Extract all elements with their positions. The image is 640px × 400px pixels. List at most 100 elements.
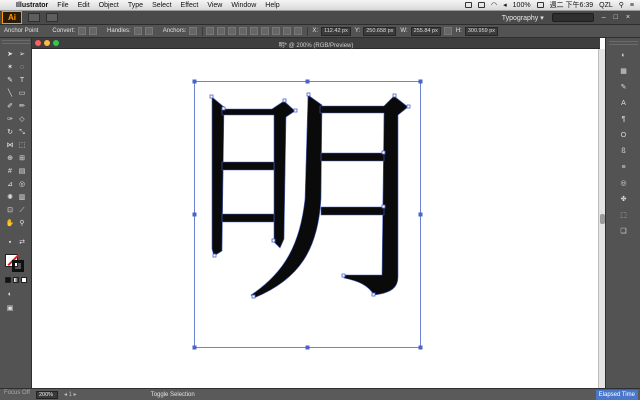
rotate-tool-icon[interactable]: ↻ <box>5 128 15 138</box>
bridge-button[interactable] <box>28 13 40 22</box>
gradient-tool-icon[interactable]: ▤ <box>17 167 27 177</box>
menu-type[interactable]: Type <box>128 2 143 9</box>
arrange-documents-button[interactable] <box>46 13 58 22</box>
close-app-icon[interactable]: × <box>626 14 630 21</box>
x-position-field[interactable]: 112.42 px <box>321 26 351 36</box>
app-menu[interactable]: Illustrator <box>16 2 48 9</box>
rectangle-tool-icon[interactable]: ▭ <box>17 89 27 99</box>
minimize-app-icon[interactable]: – <box>602 14 606 21</box>
wifi-icon[interactable]: ◠ <box>491 1 497 9</box>
column-graph-tool-icon[interactable]: ▥ <box>17 193 27 203</box>
volume-icon[interactable]: ◂ <box>503 1 507 9</box>
lasso-tool-icon[interactable]: ◌ <box>17 63 27 73</box>
draw-mode-icon[interactable]: ◐ <box>5 290 15 300</box>
hand-tool-icon[interactable]: ✋ <box>5 219 15 229</box>
artboard-nav[interactable]: ◂ 1 ▸ <box>64 391 77 398</box>
remove-anchor-icon[interactable] <box>189 27 198 35</box>
blob-brush-tool-icon[interactable]: ✑ <box>5 115 15 125</box>
color-mode-icon[interactable] <box>5 277 11 283</box>
direct-selection-tool-icon[interactable]: ➢ <box>17 50 27 60</box>
magic-wand-tool-icon[interactable]: ✶ <box>5 63 15 73</box>
appearance-panel-icon[interactable]: ◎ <box>618 178 629 189</box>
hide-handles-icon[interactable] <box>144 27 153 35</box>
type-tool-icon[interactable]: T <box>17 76 27 86</box>
opentype-panel-icon[interactable]: O <box>618 130 629 141</box>
eyedropper-tool-icon[interactable]: ⊿ <box>5 180 15 190</box>
notification-center-icon[interactable]: ≡ <box>630 2 634 9</box>
show-handles-icon[interactable] <box>133 27 142 35</box>
default-colors-icon[interactable]: ▪ <box>5 238 15 248</box>
menu-effect[interactable]: Effect <box>181 2 199 9</box>
convert-to-corner-icon[interactable] <box>78 27 87 35</box>
blend-tool-icon[interactable]: ◎ <box>17 180 27 190</box>
swatches-panel-icon[interactable]: ▦ <box>618 66 629 77</box>
none-mode-icon[interactable] <box>21 277 27 283</box>
paragraph-panel-icon[interactable]: ¶ <box>618 114 629 125</box>
align-left-icon[interactable] <box>239 27 248 35</box>
color-panel-icon[interactable]: ◐ <box>618 50 629 61</box>
height-field[interactable]: 300.959 px <box>464 26 499 36</box>
symbol-sprayer-tool-icon[interactable]: ✺ <box>5 193 15 203</box>
paintbrush-tool-icon[interactable]: ✐ <box>5 102 15 112</box>
status-right-text[interactable]: Elapsed Time <box>595 389 638 400</box>
menu-select[interactable]: Select <box>152 2 171 9</box>
zoom-tool-icon[interactable]: ⚲ <box>17 219 27 229</box>
menu-object[interactable]: Object <box>99 2 119 9</box>
artboard-tool-icon[interactable]: ⊡ <box>5 206 15 216</box>
workspace-switcher[interactable]: Typography ▾ <box>502 14 544 22</box>
status-app-icon-2[interactable] <box>478 2 486 8</box>
zoom-level-field[interactable]: 200% <box>36 390 58 399</box>
cut-path-icon[interactable] <box>217 27 226 35</box>
gradient-mode-icon[interactable] <box>13 277 19 283</box>
panel-grip[interactable] <box>2 40 30 44</box>
transform-panel-icon[interactable]: ⬚ <box>618 210 629 221</box>
brushes-panel-icon[interactable]: ✎ <box>618 82 629 93</box>
connect-endpoints-icon[interactable] <box>206 27 215 35</box>
slice-tool-icon[interactable]: ⟋ <box>17 206 27 216</box>
glyph-ming[interactable] <box>211 94 409 299</box>
artboard-canvas[interactable] <box>32 49 600 388</box>
dock-grip[interactable] <box>609 41 638 45</box>
align-right-icon[interactable] <box>261 27 270 35</box>
character-panel-icon[interactable]: A <box>618 98 629 109</box>
isolate-icon[interactable] <box>228 27 237 35</box>
menubar-user[interactable]: QZL <box>599 2 613 9</box>
line-tool-icon[interactable]: ╲ <box>5 89 15 99</box>
layers-panel-icon[interactable]: ❏ <box>618 226 629 237</box>
symbols-panel-icon[interactable]: ✤ <box>618 194 629 205</box>
status-app-icon[interactable] <box>465 2 473 8</box>
menu-edit[interactable]: Edit <box>78 2 90 9</box>
width-tool-icon[interactable]: ⋈ <box>5 141 15 151</box>
menubar-clock[interactable]: 週二 下午6:39 <box>550 0 594 10</box>
pencil-tool-icon[interactable]: ✏ <box>17 102 27 112</box>
pen-tool-icon[interactable]: ✎ <box>5 76 15 86</box>
align-center-icon[interactable] <box>250 27 259 35</box>
constrain-proportions-icon[interactable] <box>443 27 452 35</box>
y-position-field[interactable]: 250.658 px <box>363 26 397 36</box>
glyphs-panel-icon[interactable]: ß <box>618 146 629 157</box>
perspective-grid-tool-icon[interactable]: ⊞ <box>17 154 27 164</box>
menu-help[interactable]: Help <box>265 2 279 9</box>
menu-window[interactable]: Window <box>231 2 256 9</box>
eraser-tool-icon[interactable]: ◇ <box>17 115 27 125</box>
align-top-icon[interactable] <box>272 27 281 35</box>
spotlight-icon[interactable]: ⚲ <box>619 1 624 9</box>
status-selection-text[interactable]: Toggle Selection <box>151 392 195 398</box>
scale-tool-icon[interactable]: ⤡ <box>17 128 27 138</box>
mesh-tool-icon[interactable]: # <box>5 167 15 177</box>
help-search-input[interactable] <box>551 13 594 22</box>
align-bottom-icon[interactable] <box>294 27 303 35</box>
convert-to-smooth-icon[interactable] <box>89 27 98 35</box>
selection-tool-icon[interactable]: ➤ <box>5 50 15 60</box>
menu-file[interactable]: File <box>57 2 68 9</box>
stroke-panel-icon[interactable]: ≡ <box>618 162 629 173</box>
battery-icon[interactable] <box>536 2 544 8</box>
shape-builder-tool-icon[interactable]: ⊕ <box>5 154 15 164</box>
stroke-swatch[interactable] <box>12 260 24 272</box>
vertical-scrollbar[interactable] <box>598 49 605 388</box>
menu-view[interactable]: View <box>207 2 222 9</box>
screen-mode-icon[interactable]: ▣ <box>5 304 15 314</box>
maximize-app-icon[interactable]: □ <box>614 14 618 21</box>
swap-colors-icon[interactable]: ⇄ <box>17 238 27 248</box>
width-field[interactable]: 255.84 px <box>410 26 441 36</box>
